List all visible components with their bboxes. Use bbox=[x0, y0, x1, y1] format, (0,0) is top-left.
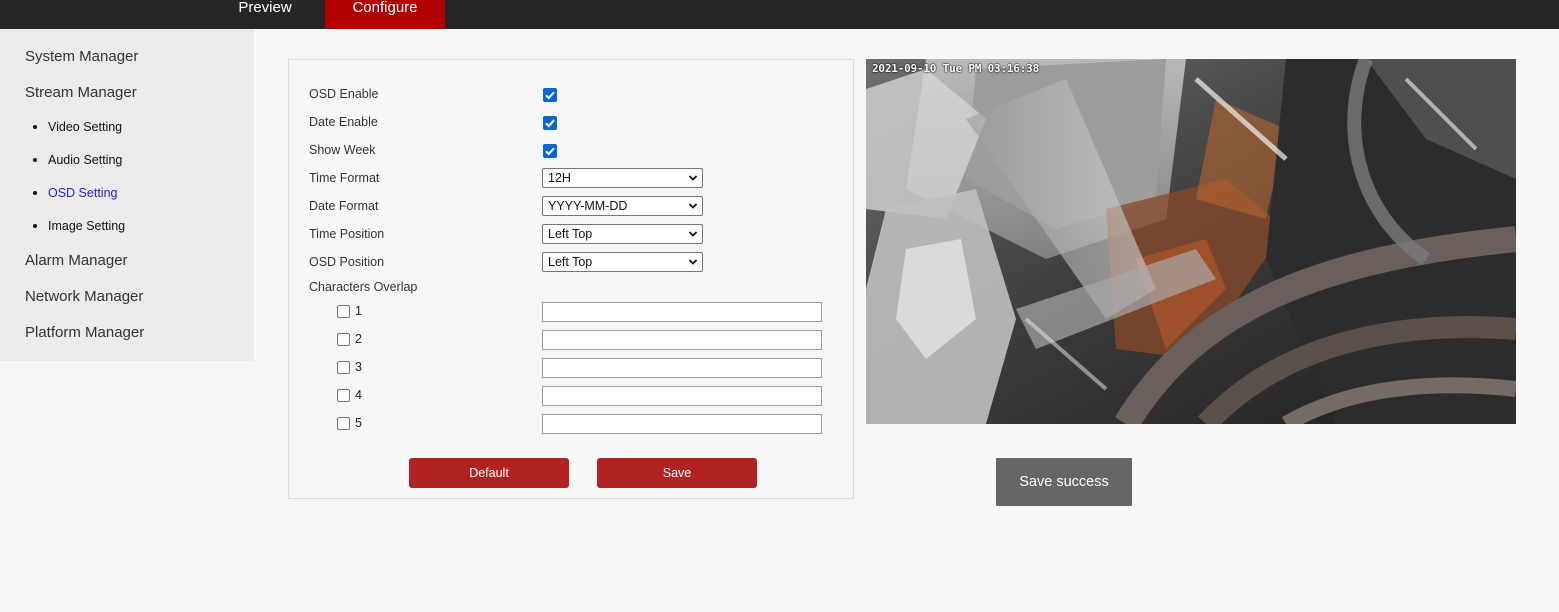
osd-enable-checkbox[interactable] bbox=[543, 88, 557, 102]
sidebar-subitem-audio-setting[interactable]: Audio Setting bbox=[33, 153, 122, 167]
default-button[interactable]: Default bbox=[409, 458, 569, 488]
date-enable-label: Date Enable bbox=[309, 115, 378, 129]
check-icon bbox=[545, 119, 555, 128]
check-icon bbox=[545, 91, 555, 100]
overlap-checkbox-3[interactable] bbox=[337, 361, 350, 374]
overlap-text-input-3[interactable] bbox=[542, 358, 822, 378]
overlap-text-input-5[interactable] bbox=[542, 414, 822, 434]
sidebar-item-alarm-manager[interactable]: Alarm Manager bbox=[25, 252, 128, 269]
date-format-value: YYYY-MM-DD bbox=[548, 199, 628, 213]
date-enable-checkbox[interactable] bbox=[543, 116, 557, 130]
osd-settings-panel: OSD Enable Date Enable Show Week Time Fo… bbox=[288, 59, 854, 499]
sidebar: System Manager Stream Manager Video Sett… bbox=[0, 29, 254, 361]
osd-position-select[interactable]: Left Top bbox=[542, 252, 703, 272]
characters-overlap-label: Characters Overlap bbox=[309, 280, 418, 294]
tab-configure[interactable]: Configure bbox=[325, 0, 445, 29]
overlap-text-input-1[interactable] bbox=[542, 302, 822, 322]
overlap-checkbox-1[interactable] bbox=[337, 305, 350, 318]
bullet-icon bbox=[33, 190, 37, 195]
camera-preview: 2021-09-10 Tue PM 03:16:38 bbox=[866, 59, 1516, 424]
sidebar-item-stream-manager[interactable]: Stream Manager bbox=[25, 84, 137, 101]
bullet-icon bbox=[33, 157, 37, 162]
sidebar-item-system-manager[interactable]: System Manager bbox=[25, 48, 138, 65]
overlap-number-1: 1 bbox=[355, 304, 362, 318]
overlap-number-3: 3 bbox=[355, 360, 362, 374]
time-format-label: Time Format bbox=[309, 171, 380, 185]
date-format-label: Date Format bbox=[309, 199, 379, 213]
overlap-number-2: 2 bbox=[355, 332, 362, 346]
sidebar-subitem-label: Image Setting bbox=[48, 219, 126, 233]
overlap-text-input-2[interactable] bbox=[542, 330, 822, 350]
camera-feed-image bbox=[866, 59, 1516, 424]
sidebar-item-platform-manager[interactable]: Platform Manager bbox=[25, 324, 144, 341]
osd-enable-label: OSD Enable bbox=[309, 87, 379, 101]
overlap-checkbox-4[interactable] bbox=[337, 389, 350, 402]
time-position-select[interactable]: Left Top bbox=[542, 224, 703, 244]
top-nav: Preview Configure bbox=[0, 0, 1559, 29]
time-position-value: Left Top bbox=[548, 227, 593, 241]
sidebar-subitem-image-setting[interactable]: Image Setting bbox=[33, 219, 125, 233]
show-week-label: Show Week bbox=[309, 143, 376, 157]
tab-preview[interactable]: Preview bbox=[205, 0, 325, 29]
osd-position-label: OSD Position bbox=[309, 255, 385, 269]
overlap-text-input-4[interactable] bbox=[542, 386, 822, 406]
sidebar-subitem-label: Video Setting bbox=[48, 120, 123, 134]
bullet-icon bbox=[33, 223, 37, 228]
sidebar-subitem-video-setting[interactable]: Video Setting bbox=[33, 120, 122, 134]
show-week-checkbox[interactable] bbox=[543, 144, 557, 158]
check-icon bbox=[545, 147, 555, 156]
chevron-down-icon bbox=[688, 203, 698, 209]
save-success-toast: Save success bbox=[996, 458, 1132, 506]
sidebar-subitem-label: Audio Setting bbox=[48, 153, 123, 167]
overlap-number-4: 4 bbox=[355, 388, 362, 402]
chevron-down-icon bbox=[688, 259, 698, 265]
sidebar-subitem-osd-setting[interactable]: OSD Setting bbox=[33, 186, 117, 200]
bullet-icon bbox=[33, 124, 37, 129]
overlap-number-5: 5 bbox=[355, 416, 362, 430]
chevron-down-icon bbox=[688, 175, 698, 181]
overlap-checkbox-2[interactable] bbox=[337, 333, 350, 346]
video-timestamp: 2021-09-10 Tue PM 03:16:38 bbox=[872, 62, 1039, 75]
time-position-label: Time Position bbox=[309, 227, 385, 241]
time-format-value: 12H bbox=[548, 171, 571, 185]
sidebar-subitem-label: OSD Setting bbox=[48, 186, 118, 200]
chevron-down-icon bbox=[688, 231, 698, 237]
save-button[interactable]: Save bbox=[597, 458, 757, 488]
overlap-checkbox-5[interactable] bbox=[337, 417, 350, 430]
osd-position-value: Left Top bbox=[548, 255, 593, 269]
date-format-select[interactable]: YYYY-MM-DD bbox=[542, 196, 703, 216]
time-format-select[interactable]: 12H bbox=[542, 168, 703, 188]
sidebar-item-network-manager[interactable]: Network Manager bbox=[25, 288, 143, 305]
